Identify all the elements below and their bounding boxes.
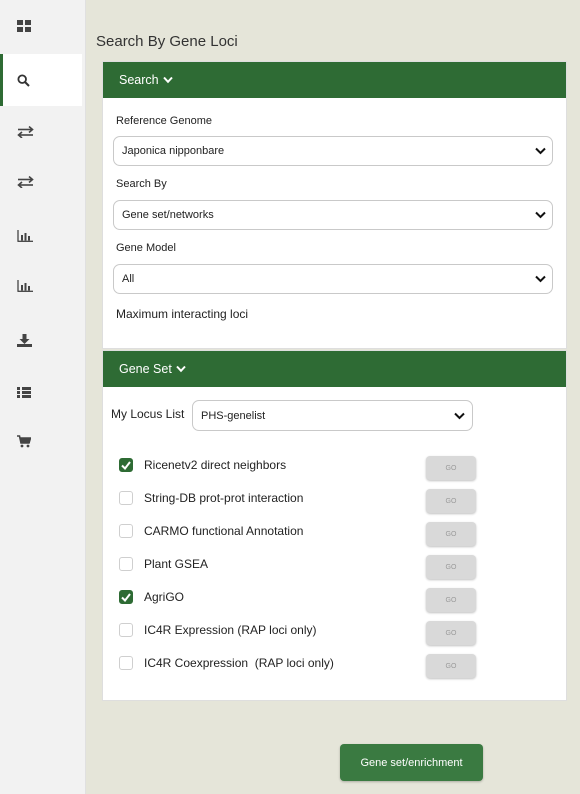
go-button[interactable]: GO <box>426 555 476 579</box>
chevron-down-icon <box>162 73 173 87</box>
gene-set-panel-header[interactable]: Gene Set <box>103 351 566 387</box>
go-button[interactable]: GO <box>426 654 476 678</box>
option-row: Ricenetv2 direct neighbors <box>119 455 479 475</box>
search-panel-header[interactable]: Search <box>103 62 566 98</box>
option-label: CARMO functional Annotation <box>144 524 304 538</box>
sidebar <box>0 0 86 794</box>
cart-icon <box>17 434 31 447</box>
chevron-down-icon <box>176 362 186 376</box>
chevron-down-icon <box>535 211 546 219</box>
option-row: IC4R Expression (RAP loci only) <box>119 620 479 640</box>
bar-chart-icon <box>17 230 33 242</box>
sidebar-item-chart-2[interactable] <box>0 260 82 312</box>
option-label: String-DB prot-prot interaction <box>144 491 304 505</box>
sidebar-item-chart-1[interactable] <box>0 210 82 262</box>
option-label: IC4R Expression (RAP loci only) <box>144 623 317 637</box>
transfer-icon <box>17 126 34 138</box>
go-button[interactable]: GO <box>426 456 476 480</box>
gene-model-label: Gene Model <box>116 242 176 254</box>
option-label: IC4R Coexpression (RAP loci only) <box>144 656 334 670</box>
plant-gsea-checkbox[interactable] <box>119 557 133 571</box>
checkmark-icon <box>121 592 131 602</box>
chevron-down-icon <box>535 147 546 155</box>
sidebar-item-transfer-2[interactable] <box>0 156 82 208</box>
sidebar-item-search[interactable] <box>0 54 82 106</box>
reference-genome-select[interactable]: Japonica nipponbare <box>113 136 553 166</box>
carmo-checkbox[interactable] <box>119 524 133 538</box>
search-by-value: Gene set/networks <box>122 209 214 221</box>
reference-genome-label: Reference Genome <box>116 115 212 127</box>
search-panel-title: Search <box>119 73 159 87</box>
chevron-down-icon <box>535 275 546 283</box>
search-by-label: Search By <box>116 178 167 190</box>
go-button[interactable]: GO <box>426 588 476 612</box>
chevron-down-icon <box>454 412 465 420</box>
dashboard-icon <box>17 20 31 32</box>
string-db-checkbox[interactable] <box>119 491 133 505</box>
option-row: CARMO functional Annotation <box>119 521 479 541</box>
option-label: Ricenetv2 direct neighbors <box>144 458 287 472</box>
ic4r-coexpression-checkbox[interactable] <box>119 656 133 670</box>
gene-set-enrichment-button[interactable]: Gene set/enrichment <box>340 744 483 781</box>
go-button[interactable]: GO <box>426 522 476 546</box>
bar-chart-icon <box>17 280 33 292</box>
option-label: AgriGO <box>144 590 185 604</box>
ricenet-checkbox[interactable] <box>119 458 133 472</box>
go-button[interactable]: GO <box>426 621 476 645</box>
gene-model-value: All <box>122 273 135 285</box>
max-interacting-loci-label: Maximum interacting loci <box>116 307 249 321</box>
locus-list-select[interactable]: PHS-genelist <box>192 400 473 431</box>
option-row: AgriGO <box>119 587 479 607</box>
reference-genome-value: Japonica nipponbare <box>122 145 225 157</box>
go-button[interactable]: GO <box>426 489 476 513</box>
checkmark-icon <box>121 460 131 470</box>
sidebar-item-dashboard[interactable] <box>0 0 82 52</box>
agrigo-checkbox[interactable] <box>119 590 133 604</box>
transfer-icon <box>17 176 34 188</box>
option-label: Plant GSEA <box>144 557 209 571</box>
gene-set-panel-title: Gene Set <box>119 362 172 376</box>
sidebar-item-download[interactable] <box>0 314 82 366</box>
option-row: String-DB prot-prot interaction <box>119 488 479 508</box>
search-by-select[interactable]: Gene set/networks <box>113 200 553 230</box>
gene-model-select[interactable]: All <box>113 264 553 294</box>
option-row: IC4R Coexpression (RAP loci only) <box>119 653 479 673</box>
option-row: Plant GSEA <box>119 554 479 574</box>
page-title: Search By Gene Loci <box>96 33 238 50</box>
list-icon <box>17 386 31 398</box>
locus-list-label: My Locus List <box>111 407 185 421</box>
search-panel: Search Reference Genome Japonica nipponb… <box>102 61 567 349</box>
download-icon <box>17 333 32 347</box>
ic4r-expression-checkbox[interactable] <box>119 623 133 637</box>
search-icon <box>17 73 30 87</box>
sidebar-item-transfer-1[interactable] <box>0 106 82 158</box>
sidebar-item-list[interactable] <box>0 366 82 418</box>
locus-list-value: PHS-genelist <box>201 409 266 422</box>
sidebar-item-cart[interactable] <box>0 415 82 467</box>
gene-set-panel: Gene Set My Locus List PHS-genelist Rice… <box>102 350 567 701</box>
